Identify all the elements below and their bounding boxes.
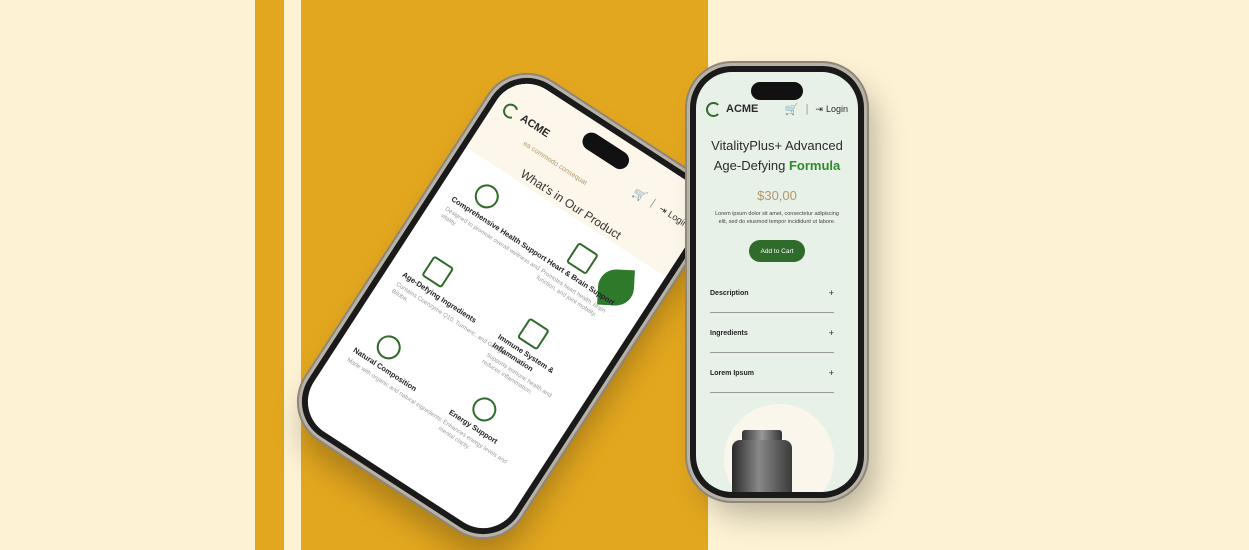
title-emphasis: Formula [788, 158, 841, 173]
product-title: VitalityPlus+ Advanced Age-Defying Formu… [711, 138, 843, 173]
accordion-description[interactable]: Description + [710, 274, 834, 313]
supplement-bottle-image [732, 440, 792, 492]
login-icon: ⇥ [815, 103, 823, 114]
product-description: Lorem ipsum dolor sit amet, consectetur … [715, 211, 839, 225]
product-price: $30,00 [757, 188, 797, 203]
plus-icon: + [828, 288, 834, 298]
right-phone-screen: ACME 🛒 | ⇥ Login VitalityPlus+ Advanced A… [696, 72, 858, 492]
right-phone: ACME 🛒 | ⇥ Login VitalityPlus+ Advanced A… [690, 66, 864, 498]
add-to-cart-button[interactable]: Add to Cart [749, 240, 805, 262]
logo[interactable]: ACME [706, 101, 758, 117]
accordion-lorem-ipsum[interactable]: Lorem Ipsum + [710, 354, 834, 393]
stripe-left [255, 0, 284, 550]
accordion-ingredients[interactable]: Ingredients + [710, 314, 834, 353]
cart-icon[interactable]: 🛒 [631, 185, 650, 204]
leaf-logo-icon [706, 101, 721, 117]
plus-icon: + [828, 328, 834, 338]
login-link[interactable]: ⇥ Login [815, 104, 848, 115]
dynamic-island [751, 82, 803, 100]
plus-icon: + [828, 368, 834, 378]
right-header: ACME 🛒 | ⇥ Login [706, 98, 848, 120]
cart-icon[interactable]: 🛒 [785, 103, 799, 116]
